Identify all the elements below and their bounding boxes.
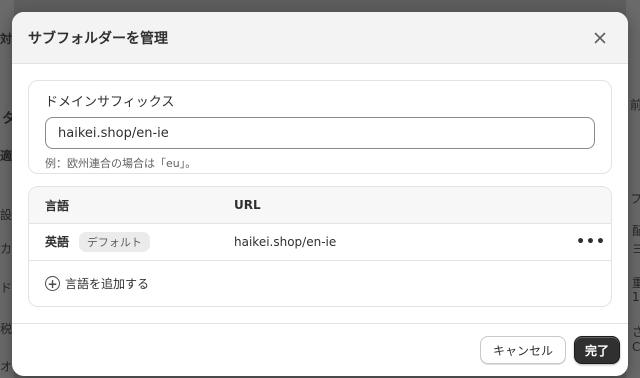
modal-title: サブフォルダーを管理 bbox=[28, 30, 168, 47]
background-text: 1 bbox=[632, 290, 640, 304]
background-text: 重 bbox=[632, 276, 640, 290]
manage-subfolder-modal: サブフォルダーを管理 ドメインサフィックス 例：欧州連合の場合は「eu」。 言語… bbox=[12, 12, 628, 376]
background-text: 設 bbox=[0, 208, 13, 222]
language-url: haikei.shop/en-ie bbox=[234, 235, 337, 249]
domain-suffix-input[interactable] bbox=[45, 117, 595, 149]
modal-header: サブフォルダーを管理 bbox=[12, 12, 628, 64]
add-language-label: 言語を追加する bbox=[65, 277, 150, 291]
close-button[interactable] bbox=[588, 26, 612, 50]
background-text: 配 bbox=[632, 224, 640, 238]
column-header-language: 言語 bbox=[45, 198, 70, 213]
background-text: フ bbox=[630, 192, 640, 206]
table-row: 英語 デフォルト haikei.shop/en-ie ••• bbox=[29, 224, 611, 261]
background-text: C bbox=[632, 340, 640, 354]
default-badge: デフォルト bbox=[78, 232, 150, 252]
language-name: 英語 bbox=[45, 235, 70, 249]
background-text: 適 bbox=[0, 149, 13, 163]
background-text: 税 bbox=[0, 322, 13, 336]
modal-body: ドメインサフィックス 例：欧州連合の場合は「eu」。 言語 URL 英語 デフォ… bbox=[12, 64, 628, 307]
domain-suffix-label: ドメインサフィックス bbox=[45, 95, 175, 110]
domain-suffix-help: 例：欧州連合の場合は「eu」。 bbox=[45, 157, 197, 170]
plus-circle-icon: + bbox=[45, 276, 60, 291]
background-text: さ bbox=[632, 325, 640, 339]
more-horizontal-icon: ••• bbox=[576, 234, 606, 250]
add-language-button[interactable]: + 言語を追加する bbox=[29, 261, 611, 306]
domain-suffix-card: ドメインサフィックス 例：欧州連合の場合は「eu」。 bbox=[28, 80, 612, 174]
language-cell: 英語 デフォルト bbox=[29, 232, 234, 252]
languages-table: 言語 URL 英語 デフォルト haikei.shop/en-ie ••• + … bbox=[28, 186, 612, 307]
modal-footer: キャンセル 完了 bbox=[12, 323, 628, 376]
background-text: オ bbox=[0, 360, 13, 374]
background-text: 前 bbox=[630, 98, 640, 112]
background-text: ド bbox=[0, 281, 13, 295]
close-icon bbox=[594, 32, 606, 43]
column-header-url: URL bbox=[234, 198, 261, 212]
background-right-panel bbox=[626, 0, 640, 378]
background-text: ヨ bbox=[632, 242, 640, 256]
done-button[interactable]: 完了 bbox=[573, 336, 620, 364]
more-actions-button[interactable]: ••• bbox=[571, 234, 611, 250]
table-header: 言語 URL bbox=[29, 187, 611, 224]
cancel-button[interactable]: キャンセル bbox=[479, 336, 566, 364]
background-text: カ bbox=[0, 242, 13, 256]
